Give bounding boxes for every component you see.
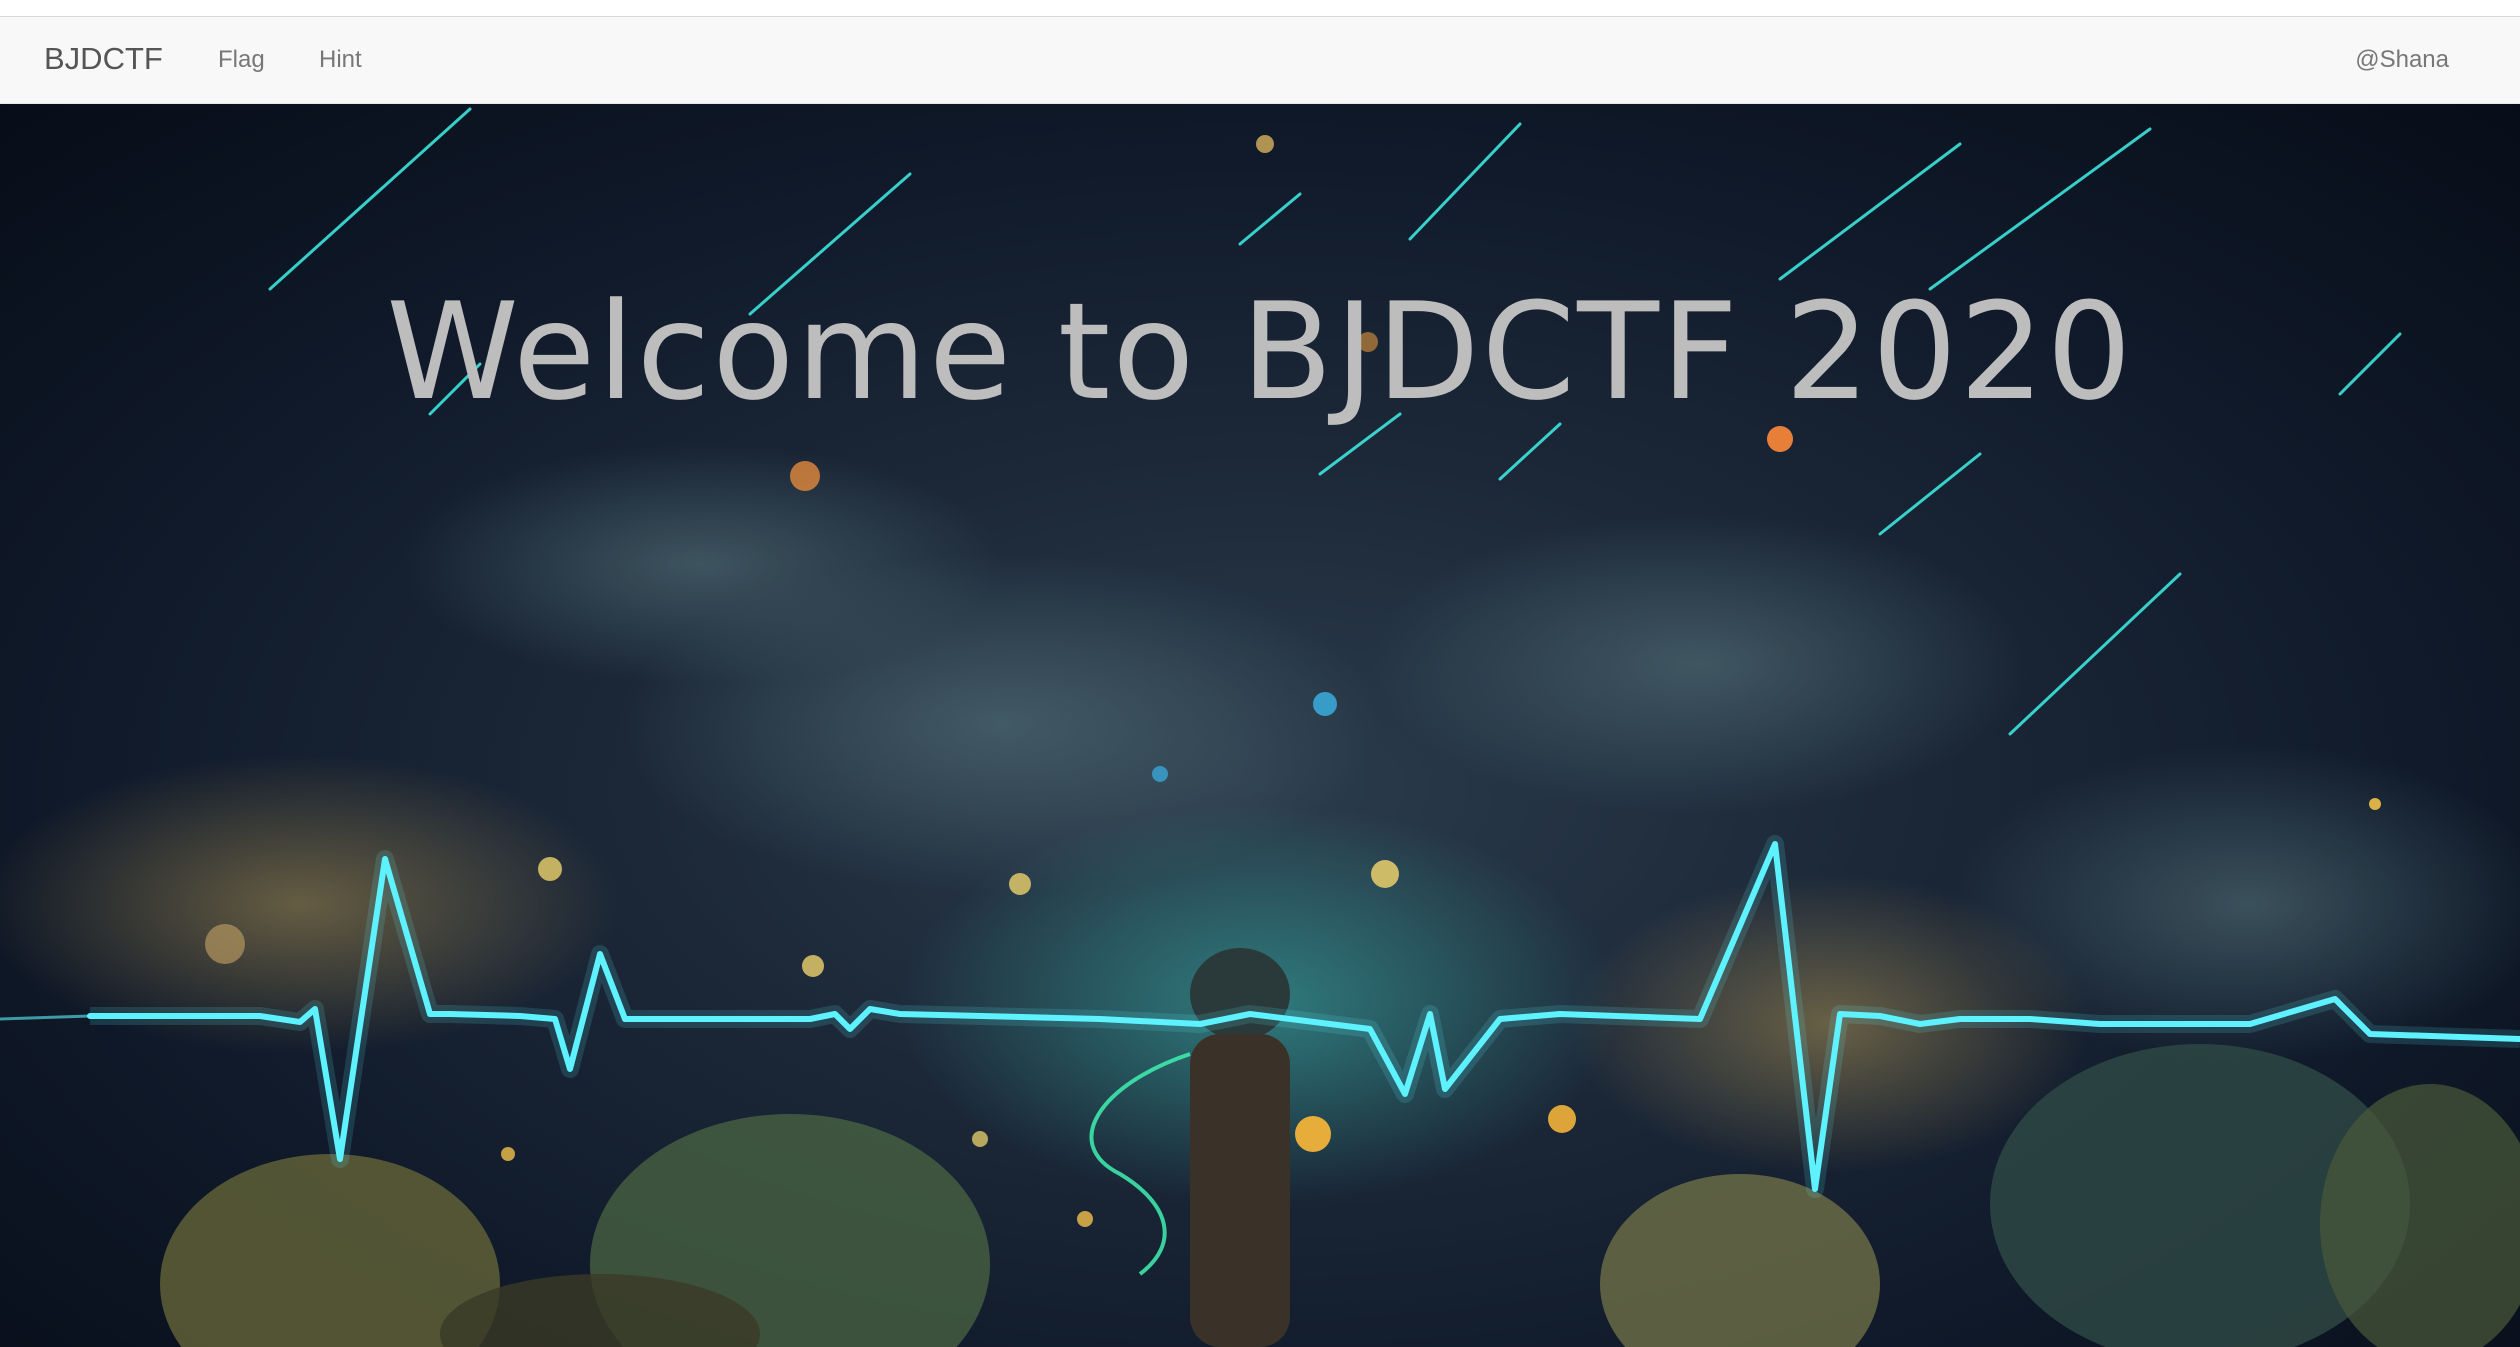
nav-user-link[interactable]: @Shana — [2355, 46, 2449, 74]
brand-link[interactable]: BJDCTF — [44, 41, 163, 77]
nav-link-hint[interactable]: Hint — [319, 46, 362, 74]
nav-link-flag[interactable]: Flag — [218, 46, 265, 74]
browser-bookmarks-strip — [0, 0, 2520, 17]
hero-title: Welcome to BJDCTF 2020 — [386, 274, 2134, 430]
hero-banner: Welcome to BJDCTF 2020 — [0, 104, 2520, 1347]
navbar: BJDCTF Flag Hint @Shana — [0, 17, 2520, 104]
